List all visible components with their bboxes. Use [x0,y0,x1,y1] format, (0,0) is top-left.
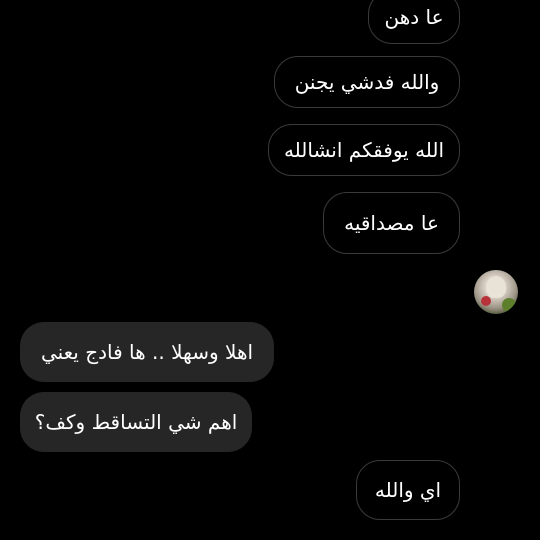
message-text: اي والله [374,478,442,502]
avatar-leaves [502,298,516,312]
message-text: اهلا وسهلا .. ها فادج يعني [40,340,254,364]
kissing-face-emoji: 😘😘 [358,261,450,312]
received-message-bubble[interactable]: اهلا وسهلا .. ها فادج يعني [20,322,274,382]
emoji-reaction-message[interactable]: 😘😘 [358,262,450,312]
avatar-flower [481,296,491,306]
sent-message-bubble[interactable]: عا مصداقيه [323,192,460,254]
contact-avatar[interactable] [474,270,518,314]
avatar-hair [486,276,506,298]
sent-message-bubble[interactable]: اي والله [356,460,460,520]
message-text: الله يوفقكم انشالله [283,138,445,162]
message-text: عا دهن [384,5,444,29]
sent-message-bubble[interactable]: الله يوفقكم انشالله [268,124,460,176]
message-text: والله فدشي يجنن [294,70,440,94]
message-text: عا مصداقيه [344,211,439,235]
sent-message-bubble[interactable]: والله فدشي يجنن [274,56,460,108]
message-text: اهم شي التساقط وكف؟ [34,410,238,434]
received-message-bubble[interactable]: اهم شي التساقط وكف؟ [20,392,252,452]
sent-message-bubble[interactable]: عا دهن [368,0,460,44]
